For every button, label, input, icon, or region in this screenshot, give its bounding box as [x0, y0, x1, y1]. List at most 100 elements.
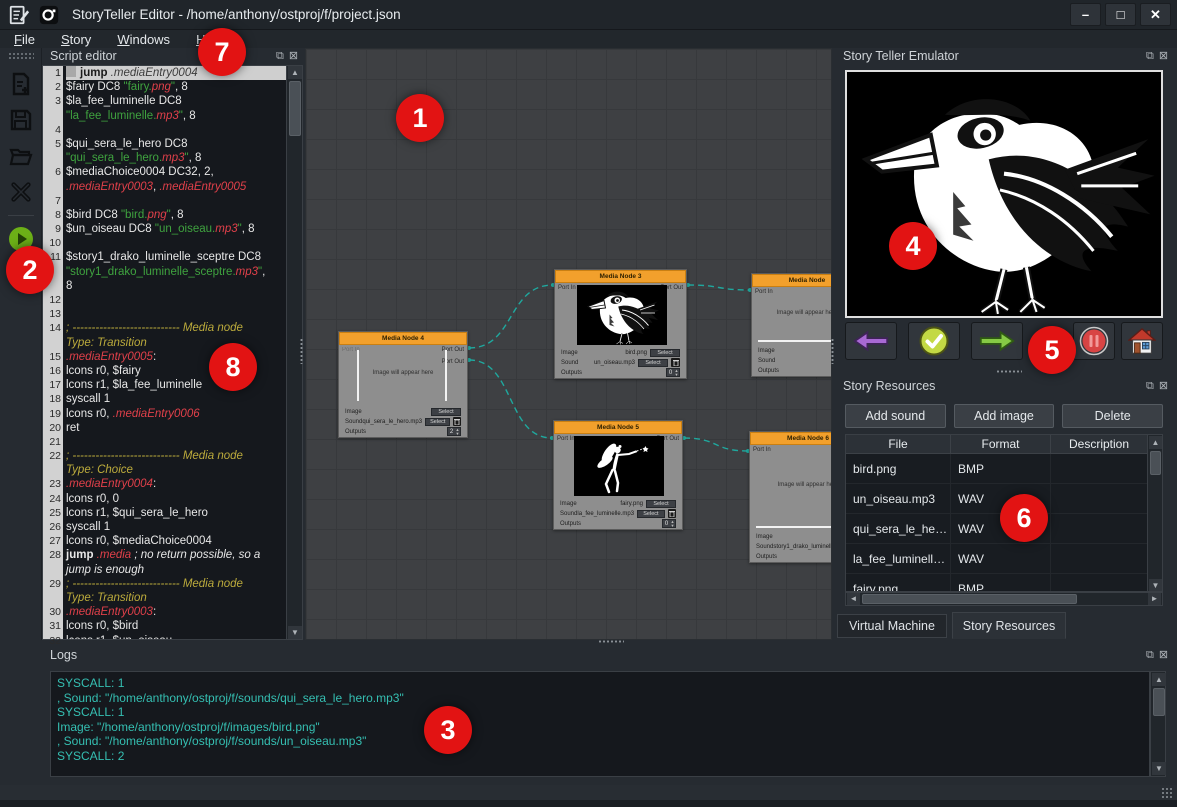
code-line[interactable]: lcons r1, $un_oiseau	[66, 634, 302, 640]
port-in-label[interactable]: Port In	[755, 289, 773, 295]
table-row[interactable]: fairy.pngBMP	[846, 574, 1162, 592]
column-header-description[interactable]: Description	[1051, 435, 1148, 453]
maximize-button[interactable]: □	[1105, 3, 1136, 26]
resize-grip[interactable]	[1161, 787, 1173, 799]
select-button[interactable]: Select	[431, 408, 461, 416]
port-in-label[interactable]: Port In	[753, 447, 771, 453]
code-line[interactable]: 8	[66, 279, 302, 293]
code-line[interactable]	[66, 236, 302, 250]
tab-virtual-machine[interactable]: Virtual Machine	[837, 614, 947, 638]
node-title[interactable]: Media Node 6	[750, 432, 832, 445]
close-panel-icon[interactable]: ⊠	[289, 51, 298, 62]
spinner-arrows-icon[interactable]: ▲▼	[455, 428, 460, 435]
scroll-thumb[interactable]	[1150, 451, 1161, 475]
code-line[interactable]: .mediaEntry0003, .mediaEntry0005	[66, 180, 302, 194]
code-line[interactable]: jump is enough	[66, 563, 302, 577]
code-line[interactable]	[66, 123, 302, 137]
logs-output[interactable]: SYSCALL: 1, Sound: "/home/anthony/ostpro…	[50, 671, 1150, 777]
table-vscrollbar[interactable]: ▲ ▼	[1147, 435, 1162, 592]
delete-button[interactable]: Delete	[1062, 404, 1163, 428]
code-line[interactable]: Type: Transition	[66, 336, 302, 350]
code-line[interactable]: $bird DC8 "bird.png", 8	[66, 208, 302, 222]
code-area[interactable]: jump .mediaEntry0004$fairy DC8 "fairy.pn…	[63, 66, 302, 639]
scroll-down-icon[interactable]: ▼	[1152, 762, 1166, 775]
media-node[interactable]: Media Node 3Port InPort OutImagebird.png…	[554, 269, 687, 379]
select-button[interactable]: Select	[638, 359, 668, 367]
media-node[interactable]: Media Node 4Port InPort OutPort OutImage…	[338, 331, 468, 438]
port-in-label[interactable]: Port In	[557, 436, 575, 442]
add-image-button[interactable]: Add image	[954, 404, 1055, 428]
port-in-label[interactable]: Port In	[558, 285, 576, 291]
trash-icon[interactable]	[671, 358, 680, 367]
outputs-spinner[interactable]: 0▲▼	[666, 368, 680, 377]
menu-item-windows[interactable]: Windows	[117, 32, 170, 47]
code-line[interactable]: ; ---------------------------- Media nod…	[66, 577, 302, 591]
splitter-right[interactable]	[830, 338, 835, 364]
code-line[interactable]	[66, 435, 302, 449]
code-line[interactable]: lcons r0, 0	[66, 492, 302, 506]
toolbar-grip[interactable]	[8, 52, 34, 59]
column-header-format[interactable]: Format	[951, 435, 1051, 453]
scroll-thumb[interactable]	[1153, 688, 1165, 716]
media-node[interactable]: Media Node 5Port InPort OutImagefairy.pn…	[553, 420, 683, 530]
code-line[interactable]: $mediaChoice0004 DC32, 2,	[66, 165, 302, 179]
select-button[interactable]: Select	[637, 510, 665, 518]
splitter-bottom[interactable]	[598, 639, 624, 644]
code-line[interactable]: $un_oiseau DC8 "un_oiseau.mp3", 8	[66, 222, 302, 236]
code-line[interactable]: ; ---------------------------- Media nod…	[66, 449, 302, 463]
menu-item-file[interactable]: File	[14, 32, 35, 47]
splitter-left[interactable]	[299, 338, 304, 364]
code-line[interactable]: "qui_sera_le_hero.mp3", 8	[66, 151, 302, 165]
float-panel-icon[interactable]: ⧉	[1146, 650, 1154, 661]
code-line[interactable]: lcons r1, $la_fee_luminelle	[66, 378, 302, 392]
node-title[interactable]: Media Node 3	[555, 270, 686, 283]
code-line[interactable]: .mediaEntry0005:	[66, 350, 302, 364]
scroll-down-icon[interactable]: ▼	[1149, 579, 1162, 592]
code-line[interactable]: lcons r0, $mediaChoice0004	[66, 534, 302, 548]
code-line[interactable]: ret	[66, 421, 302, 435]
spinner-arrows-icon[interactable]: ▲▼	[674, 369, 679, 376]
outputs-spinner[interactable]: 2▲▼	[447, 427, 461, 436]
float-panel-icon[interactable]: ⧉	[1146, 381, 1154, 392]
code-line[interactable]: $la_fee_luminelle DC8	[66, 94, 302, 108]
code-line[interactable]: ; ---------------------------- Media nod…	[66, 321, 302, 335]
validate-button[interactable]	[908, 322, 960, 360]
open-button[interactable]	[6, 141, 36, 171]
code-line[interactable]: .mediaEntry0003:	[66, 605, 302, 619]
table-row[interactable]: bird.pngBMP	[846, 454, 1162, 484]
node-title[interactable]: Media Node 5	[554, 421, 682, 434]
scroll-up-icon[interactable]: ▲	[1149, 436, 1162, 449]
code-line[interactable]: $story1_drako_luminelle_sceptre DC8	[66, 250, 302, 264]
select-button[interactable]: Select	[425, 418, 450, 426]
close-panel-icon[interactable]: ⊠	[1159, 51, 1168, 62]
save-button[interactable]	[6, 105, 36, 135]
code-line[interactable]	[66, 194, 302, 208]
tab-story-resources[interactable]: Story Resources	[952, 612, 1066, 639]
minimize-button[interactable]: –	[1070, 3, 1101, 26]
node-title[interactable]: Media Node 4	[339, 332, 467, 345]
table-hscrollbar[interactable]: ◄ ►	[845, 592, 1163, 606]
media-node[interactable]: Media NodePort InImage will appear hereI…	[751, 273, 832, 377]
pause-button[interactable]	[1073, 322, 1115, 360]
trash-icon[interactable]	[668, 509, 676, 518]
code-line[interactable]: lcons r1, $qui_sera_le_hero	[66, 506, 302, 520]
code-line[interactable]: Type: Choice	[66, 463, 302, 477]
code-line[interactable]	[66, 307, 302, 321]
select-button[interactable]: Select	[646, 500, 676, 508]
titlebar[interactable]: StoryTeller Editor - /home/anthony/ostpr…	[0, 0, 1177, 30]
scroll-thumb[interactable]	[862, 594, 1077, 604]
code-line[interactable]: "la_fee_luminelle.mp3", 8	[66, 109, 302, 123]
home-button[interactable]	[1121, 322, 1163, 360]
code-line[interactable]: "story1_drako_luminelle_sceptre.mp3",	[66, 265, 302, 279]
close-panel-icon[interactable]: ⊠	[1159, 650, 1168, 661]
close-project-button[interactable]	[6, 177, 36, 207]
media-node[interactable]: Media Node 6Port InImage will appear her…	[749, 431, 832, 563]
spinner-arrows-icon[interactable]: ▲▼	[670, 520, 675, 527]
float-panel-icon[interactable]: ⧉	[1146, 51, 1154, 62]
script-editor[interactable]: 1234567891011121314151617181920212223242…	[42, 65, 303, 640]
next-button[interactable]	[971, 322, 1023, 360]
add-sound-button[interactable]: Add sound	[845, 404, 946, 428]
new-script-button[interactable]	[6, 69, 36, 99]
code-line[interactable]: $qui_sera_le_hero DC8	[66, 137, 302, 151]
code-line[interactable]: jump .media ; no return possible, so a	[66, 548, 302, 562]
